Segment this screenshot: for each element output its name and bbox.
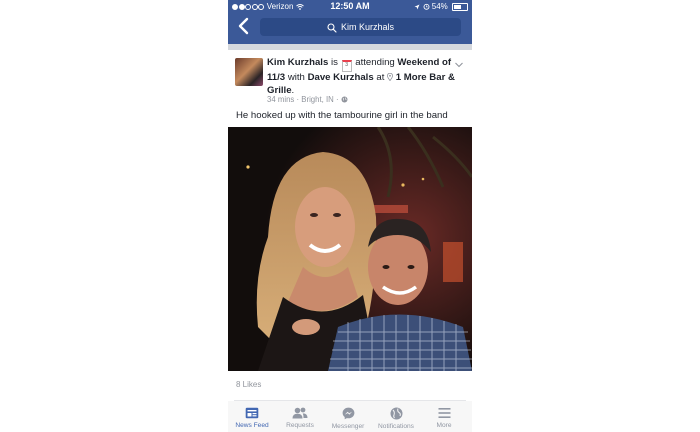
- post-headline: Kim Kurzhals is 3 attending Weekend of 1…: [267, 57, 457, 97]
- tab-requests[interactable]: Requests: [276, 407, 324, 429]
- status-bar: Verizon 12:50 AM 54%: [228, 0, 472, 13]
- battery-percent: 54%: [431, 2, 448, 11]
- bottom-tab-bar: News Feed Requests Messenger Notificatio…: [228, 401, 472, 432]
- tab-label: More: [436, 422, 452, 429]
- tab-news-feed[interactable]: News Feed: [228, 407, 276, 429]
- hamburger-menu-icon: [438, 408, 450, 418]
- meta-separator: ·: [296, 95, 300, 104]
- tab-label: Requests: [286, 422, 314, 429]
- friend-requests-icon: [292, 407, 308, 419]
- post-meta: 34 mins · Bright, IN ·: [267, 95, 348, 104]
- like-count[interactable]: 8 Likes: [236, 380, 261, 389]
- news-feed-icon: [245, 407, 259, 419]
- couple-photo-illustration: [228, 127, 472, 371]
- author-avatar[interactable]: [235, 58, 263, 86]
- status-right: 54%: [414, 2, 468, 11]
- feed-separator: [228, 44, 472, 50]
- battery-icon: [452, 2, 468, 11]
- messenger-icon: [342, 407, 354, 420]
- public-globe-icon: [341, 96, 348, 103]
- calendar-icon: 3: [341, 60, 352, 72]
- tab-label: Messenger: [331, 423, 365, 430]
- map-pin-icon: [387, 72, 394, 82]
- top-navigation-bar: Verizon 12:50 AM 54% Kim Kurzhals: [228, 0, 472, 44]
- meta-separator: ·: [335, 95, 339, 104]
- headline-with: with: [287, 72, 305, 83]
- calendar-day: 3: [345, 62, 348, 68]
- tab-notifications[interactable]: Notifications: [372, 407, 420, 430]
- location-arrow-icon: [414, 4, 420, 10]
- tab-label: Notifications: [378, 423, 414, 430]
- headline-period: .: [291, 84, 295, 96]
- tab-messenger[interactable]: Messenger: [324, 407, 372, 430]
- headline-at: at: [376, 72, 385, 83]
- alarm-clock-icon: [423, 4, 429, 11]
- tab-more[interactable]: More: [420, 407, 468, 429]
- headline-attending: attending: [355, 57, 395, 68]
- post-photo[interactable]: [228, 127, 472, 371]
- tab-label: News Feed: [235, 422, 269, 429]
- post-text: He hooked up with the tambourine girl in…: [236, 110, 448, 121]
- headline-is: is: [330, 57, 338, 68]
- author-name-link[interactable]: Kim Kurzhals: [267, 57, 328, 68]
- search-query: Kim Kurzhals: [340, 22, 394, 32]
- phone-screen: Verizon 12:50 AM 54% Kim Kurzhals Kim Ku…: [228, 0, 472, 432]
- tagged-person-link[interactable]: Dave Kurzhals: [308, 72, 374, 83]
- post-timestamp[interactable]: 34 mins: [267, 95, 294, 104]
- search-bar[interactable]: Kim Kurzhals: [260, 18, 461, 36]
- globe-icon: [390, 407, 402, 420]
- search-icon: [327, 23, 337, 33]
- back-arrow-icon[interactable]: [236, 17, 252, 35]
- post-location: Bright, IN: [301, 95, 334, 104]
